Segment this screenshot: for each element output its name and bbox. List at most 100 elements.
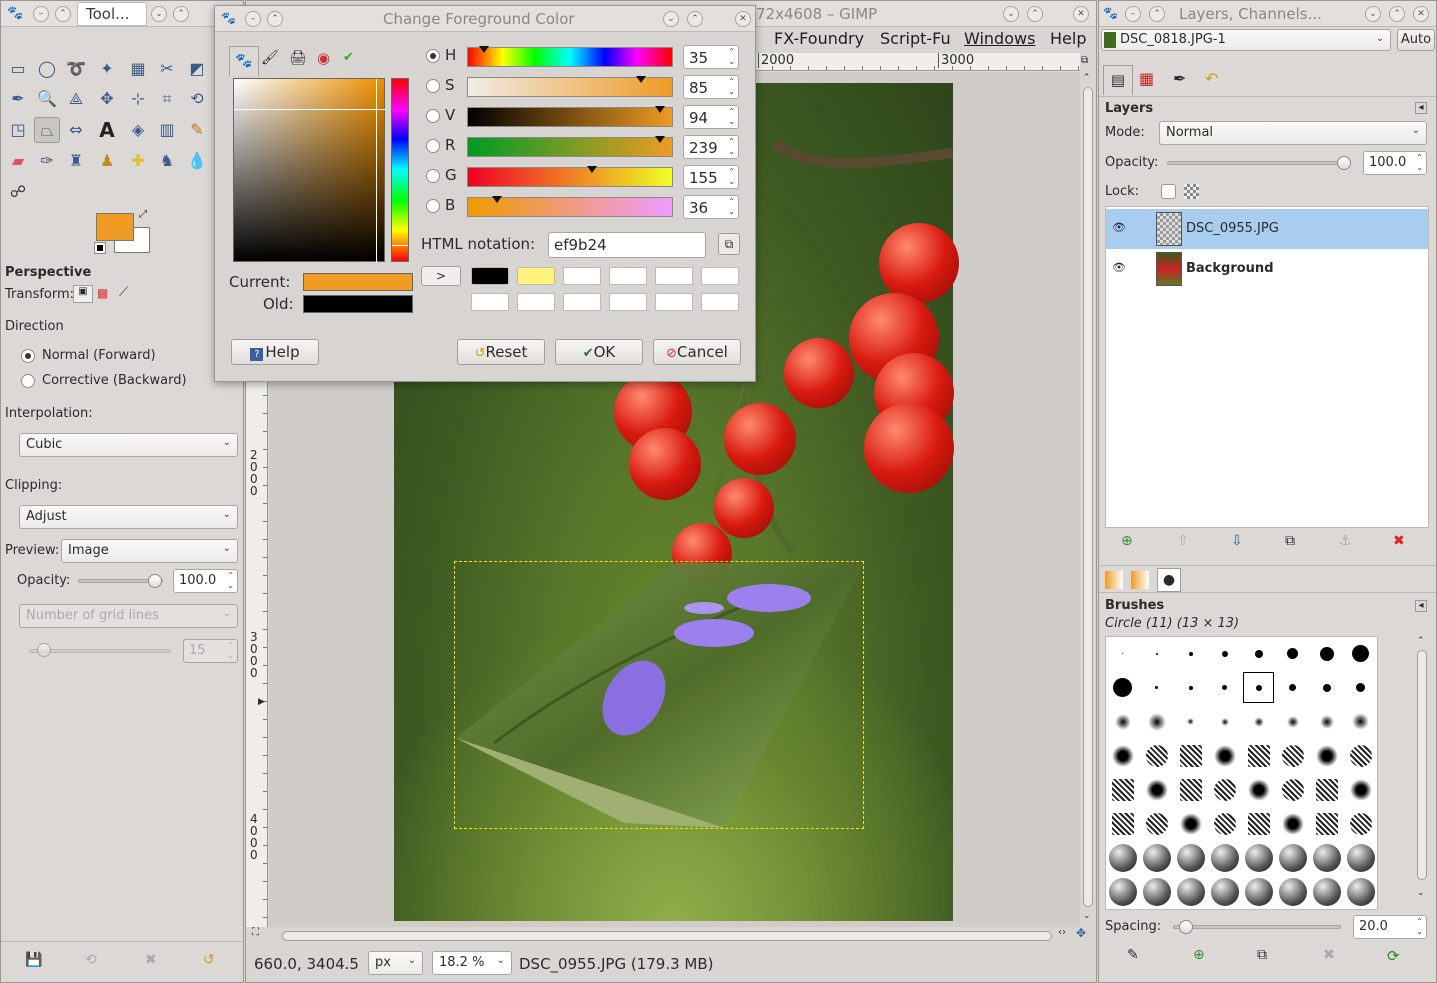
brush-item[interactable] xyxy=(1344,739,1377,772)
direction-normal-label[interactable]: Normal (Forward) xyxy=(42,348,156,363)
text-icon[interactable]: A xyxy=(94,117,120,143)
brush-item[interactable] xyxy=(1174,671,1207,704)
brush-item[interactable] xyxy=(1174,739,1207,772)
brush-item[interactable] xyxy=(1242,841,1275,874)
preview-select[interactable]: Image ⌄ xyxy=(61,539,238,563)
pencil-icon[interactable]: ✎ xyxy=(184,117,210,143)
brush-item[interactable] xyxy=(1140,739,1173,772)
crop-icon[interactable]: ⌗ xyxy=(154,86,180,112)
wheel-tab-icon[interactable]: ◉ xyxy=(317,49,330,67)
history-swatch[interactable] xyxy=(563,293,601,311)
close-button[interactable]: ✕ xyxy=(1413,6,1429,22)
channel-radio-g[interactable] xyxy=(426,169,440,183)
free-select-icon[interactable]: ➰ xyxy=(63,56,89,82)
undo-history-tab-icon[interactable]: ↶ xyxy=(1205,69,1218,88)
restore-icon[interactable]: ⟲ xyxy=(85,952,97,968)
airbrush-icon[interactable]: ✑ xyxy=(34,148,60,174)
brush-item[interactable] xyxy=(1310,739,1343,772)
channel-radio-r[interactable] xyxy=(426,139,440,153)
maximize-button[interactable]: ⌃ xyxy=(173,6,189,22)
brush-item[interactable] xyxy=(1242,875,1275,908)
spacing-spin[interactable]: 20.0 ⌃ ⌄ xyxy=(1353,915,1427,939)
channel-spin-g[interactable]: 155 ⌃ ⌄ xyxy=(683,165,739,189)
channel-slider-g[interactable] xyxy=(467,166,673,187)
brush-item[interactable] xyxy=(1208,671,1241,704)
brush-item[interactable] xyxy=(1344,671,1377,704)
history-swatch[interactable] xyxy=(701,267,739,285)
brush-item[interactable] xyxy=(1276,807,1309,840)
history-swatch[interactable] xyxy=(609,293,647,311)
transform-layer-icon[interactable]: ▣ xyxy=(73,285,93,303)
interpolation-select[interactable]: Cubic ⌄ xyxy=(19,433,238,457)
layer-row[interactable]: 👁 DSC_0955.JPG xyxy=(1106,209,1428,249)
brush-scrollbar[interactable]: ⌃ ⌄ xyxy=(1415,636,1429,910)
minimize-button[interactable]: – xyxy=(1125,6,1141,22)
shade-button[interactable]: ⌃ xyxy=(1149,6,1165,22)
brush-item[interactable] xyxy=(1310,705,1343,738)
scroll-down-icon[interactable]: ⌄ xyxy=(1083,911,1091,921)
cmyk-tab-icon[interactable]: 🖨 xyxy=(289,50,307,66)
history-swatch[interactable] xyxy=(609,267,647,285)
slider-marker-icon[interactable] xyxy=(491,196,502,203)
spacing-knob[interactable] xyxy=(1179,920,1193,934)
history-swatch[interactable] xyxy=(655,293,693,311)
visibility-eye-icon[interactable]: 👁 xyxy=(1112,261,1126,274)
menu-script-fu[interactable]: Script-Fu xyxy=(880,29,951,48)
ellipse-select-icon[interactable]: ◯ xyxy=(34,56,60,82)
menu-button[interactable]: ⌄ xyxy=(151,6,167,22)
eraser-icon[interactable]: ▰ xyxy=(5,148,31,174)
brush-item[interactable] xyxy=(1276,739,1309,772)
brush-item[interactable] xyxy=(1140,637,1173,670)
maximize-button[interactable]: ⌃ xyxy=(1389,6,1405,22)
anchor-layer-icon[interactable]: ⚓ xyxy=(1339,533,1352,549)
transform-path-icon[interactable]: ⟋ xyxy=(119,285,128,300)
layer-opacity-knob[interactable] xyxy=(1337,156,1351,170)
layers-tab-icon[interactable]: ▤ xyxy=(1103,65,1133,95)
unit-select[interactable]: px ⌄ xyxy=(368,951,423,975)
swap-colors-icon[interactable]: ⤢ xyxy=(139,209,147,220)
channel-spin-v[interactable]: 94 ⌃ ⌄ xyxy=(683,105,739,129)
duplicate-layer-icon[interactable]: ⧉ xyxy=(1285,533,1295,549)
brush-item[interactable] xyxy=(1208,773,1241,806)
brush-item[interactable] xyxy=(1106,807,1139,840)
refresh-brushes-icon[interactable]: ⟳ xyxy=(1387,947,1400,965)
brush-item[interactable] xyxy=(1106,773,1139,806)
slider-marker-icon[interactable] xyxy=(636,76,647,83)
navigate-icon[interactable]: ⧉ xyxy=(1081,55,1088,66)
brush-item[interactable] xyxy=(1140,671,1173,704)
shade-button[interactable]: ⌃ xyxy=(267,11,283,27)
brush-item[interactable] xyxy=(1140,807,1173,840)
brush-item[interactable] xyxy=(1208,637,1241,670)
slider-marker-icon[interactable] xyxy=(654,136,665,143)
channel-spin-r[interactable]: 239 ⌃ ⌄ xyxy=(683,135,739,159)
brush-item[interactable] xyxy=(1344,875,1377,908)
channel-slider-v[interactable] xyxy=(467,106,673,127)
channel-radio-v[interactable] xyxy=(426,109,440,123)
measure-icon[interactable]: ⟁ xyxy=(63,86,89,112)
brush-item[interactable] xyxy=(1106,875,1139,908)
smudge-icon[interactable]: ☍ xyxy=(5,179,31,205)
new-brush-icon[interactable]: ⊕ xyxy=(1193,947,1205,963)
scale-icon[interactable]: ◳ xyxy=(5,117,31,143)
zoom-select[interactable]: 18.2 % ⌄ xyxy=(432,951,512,975)
move-icon[interactable]: ✥ xyxy=(94,86,120,112)
raise-layer-icon[interactable]: ⇧ xyxy=(1177,533,1189,549)
delete-brush-icon[interactable]: ✖ xyxy=(1323,947,1335,963)
menu-help[interactable]: Help xyxy=(1050,29,1086,48)
brush-item[interactable] xyxy=(1310,807,1343,840)
channel-radio-h[interactable] xyxy=(426,49,440,63)
brush-item[interactable] xyxy=(1174,875,1207,908)
ok-button[interactable]: ✔OK xyxy=(555,339,643,365)
blur-icon[interactable]: 💧 xyxy=(184,148,210,174)
perspective-icon[interactable]: ⏢ xyxy=(34,117,60,143)
brush-item[interactable] xyxy=(1276,841,1309,874)
channel-slider-r[interactable] xyxy=(467,136,673,157)
channel-slider-h[interactable] xyxy=(467,46,673,67)
transform-selection-icon[interactable]: ▩ xyxy=(97,286,108,300)
layer-opacity-spin[interactable]: 100.0 ⌃ ⌄ xyxy=(1363,151,1427,175)
brush-item[interactable] xyxy=(1106,841,1139,874)
brush-item[interactable] xyxy=(1140,841,1173,874)
history-swatch[interactable] xyxy=(517,267,555,285)
brush-item[interactable] xyxy=(1174,807,1207,840)
brush-item[interactable] xyxy=(1106,705,1139,738)
